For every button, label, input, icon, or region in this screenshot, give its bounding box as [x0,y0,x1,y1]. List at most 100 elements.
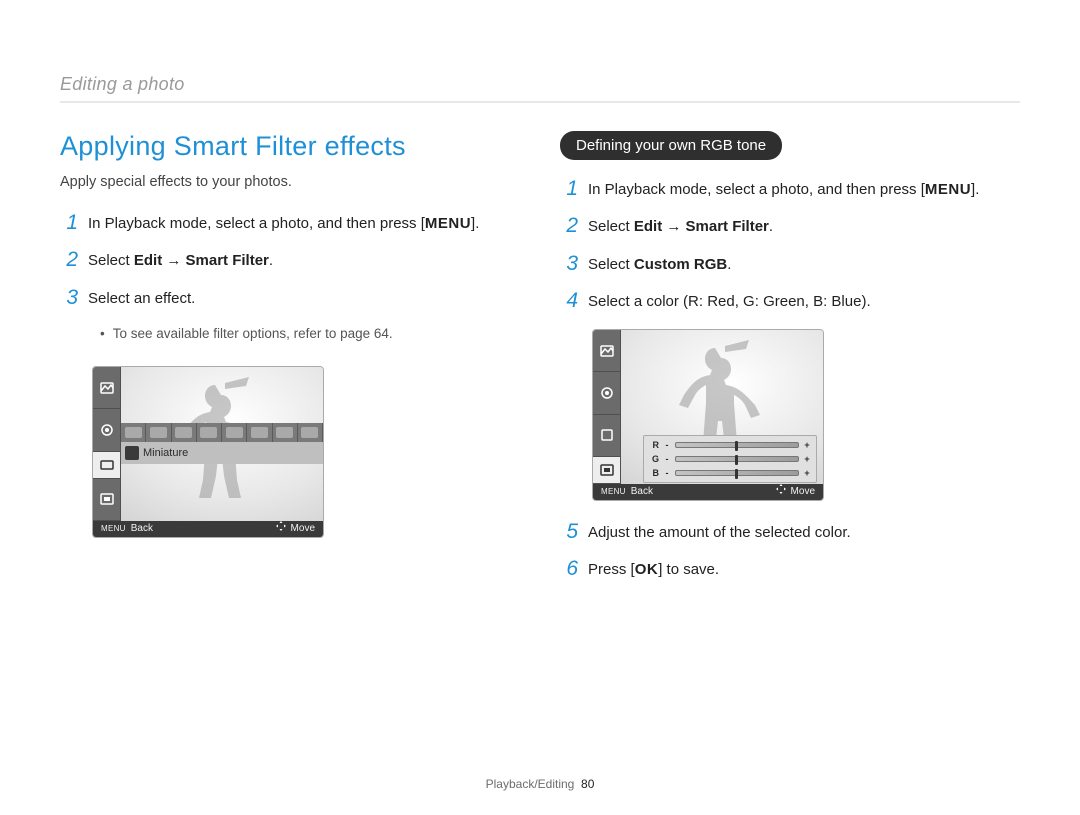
step-number: 1 [560,178,578,199]
back-label: Back [131,521,153,537]
step-text: In Playback mode, select a photo, and th… [88,212,479,235]
camera-screen-illustration: R - + G - + [592,329,1000,501]
step-text: Select a color (R: Red, G: Green, B: Blu… [588,290,871,313]
text: . [727,256,731,273]
text: In Playback mode, select a photo, and th… [88,215,425,232]
step-2: 2 Select Edit → Smart Filter. [60,249,500,272]
sidebar-icon [93,367,120,409]
note-bullet: To see available filter options, refer t… [100,324,500,344]
back-hint: MENU Back [593,484,661,500]
text: Press [ [588,561,635,578]
step-3: 3 Select an effect. [60,287,500,310]
rgb-letter-b: B [649,468,659,478]
screen-footer: MENU Back Move [593,484,823,500]
path-label: Edit → Smart Filter [634,218,769,235]
step-6: 6 Press [OK] to save. [560,558,1000,581]
rgb-letter-g: G [649,454,659,464]
page-number: 80 [581,777,594,791]
filter-thumb [222,423,247,442]
step-2: 2 Select Edit → Smart Filter. [560,215,1000,238]
sidebar-icon [93,409,120,451]
step-text: Select an effect. [88,287,195,310]
step-1: 1 In Playback mode, select a photo, and … [60,212,500,235]
text: Select [88,252,134,269]
left-column: Applying Smart Filter effects Apply spec… [60,131,500,596]
subsection-pill: Defining your own RGB tone [560,131,782,160]
rgb-row-r: R - + [649,440,811,450]
filter-thumb [172,423,197,442]
step-3: 3 Select Custom RGB. [560,253,1000,276]
step-number: 3 [560,253,578,274]
menu-button-label: MENU [425,215,471,232]
screen-frame: R - + G - + [592,329,824,501]
text: Select [588,218,634,235]
step-text: Adjust the amount of the selected color. [588,521,851,544]
sidebar-icon-selected [593,457,620,484]
slider-bar [675,470,799,476]
rgb-slider-panel: R - + G - + [643,435,817,483]
step-number: 3 [60,287,78,308]
direction-icon [776,484,786,500]
section-title: Applying Smart Filter effects [60,131,500,162]
step-number: 6 [560,558,578,579]
sidebar-icon [593,415,620,457]
back-hint: MENU Back [93,521,161,537]
filter-thumb [121,423,146,442]
plus-icon: + [803,454,811,464]
rgb-row-g: G - + [649,454,811,464]
slider-bar [675,442,799,448]
filter-thumb [273,423,298,442]
step-1: 1 In Playback mode, select a photo, and … [560,178,1000,201]
two-column-layout: Applying Smart Filter effects Apply spec… [60,131,1020,596]
text: ]. [471,215,479,232]
screen-sidebar [593,330,621,484]
plus-icon: + [803,440,811,450]
filter-thumb [197,423,222,442]
rgb-row-b: B - + [649,468,811,478]
step-number: 2 [60,249,78,270]
minus-icon: - [663,468,671,478]
move-label: Move [291,521,315,537]
back-label: Back [631,484,653,500]
section-name: Playback/Editing [486,777,575,791]
minus-icon: - [663,440,671,450]
step-number: 1 [60,212,78,233]
step-text: In Playback mode, select a photo, and th… [588,178,979,201]
sidebar-icon-selected [93,452,120,479]
step-text: Select Edit → Smart Filter. [88,249,273,272]
sidebar-icon [93,479,120,521]
right-column: Defining your own RGB tone 1 In Playback… [560,131,1000,596]
option-label: Custom RGB [634,256,727,273]
text: ] to save. [658,561,719,578]
step-number: 5 [560,521,578,542]
ok-button-label: OK [635,561,659,578]
step-4: 4 Select a color (R: Red, G: Green, B: B… [560,290,1000,313]
direction-icon [276,521,286,537]
slider-bar [675,456,799,462]
step-text: Select Edit → Smart Filter. [588,215,773,238]
move-hint: Move [268,521,323,537]
screen-frame: Miniature MENU Back Move [92,366,324,538]
step-5: 5 Adjust the amount of the selected colo… [560,521,1000,544]
camera-screen-illustration: Miniature MENU Back Move [92,366,500,538]
text: In Playback mode, select a photo, and th… [588,181,925,198]
text: ]. [971,181,979,198]
move-hint: Move [768,484,823,500]
step-number: 4 [560,290,578,311]
sidebar-icon [593,330,620,372]
sidebar-icon [593,372,620,414]
step-text: Press [OK] to save. [588,558,719,581]
filter-thumb [146,423,171,442]
divider [60,101,1020,103]
plus-icon: + [803,468,811,478]
step-text: Select Custom RGB. [588,253,731,276]
menu-button-label: MENU [925,181,971,198]
step-number: 2 [560,215,578,236]
menu-tag: MENU [101,521,126,537]
page-footer: Playback/Editing 80 [0,777,1080,791]
selected-filter-label: Miniature [121,442,323,464]
move-label: Move [791,484,815,500]
text: . [769,218,773,235]
filter-thumbnails [121,423,323,442]
path-label: Edit → Smart Filter [134,252,269,269]
